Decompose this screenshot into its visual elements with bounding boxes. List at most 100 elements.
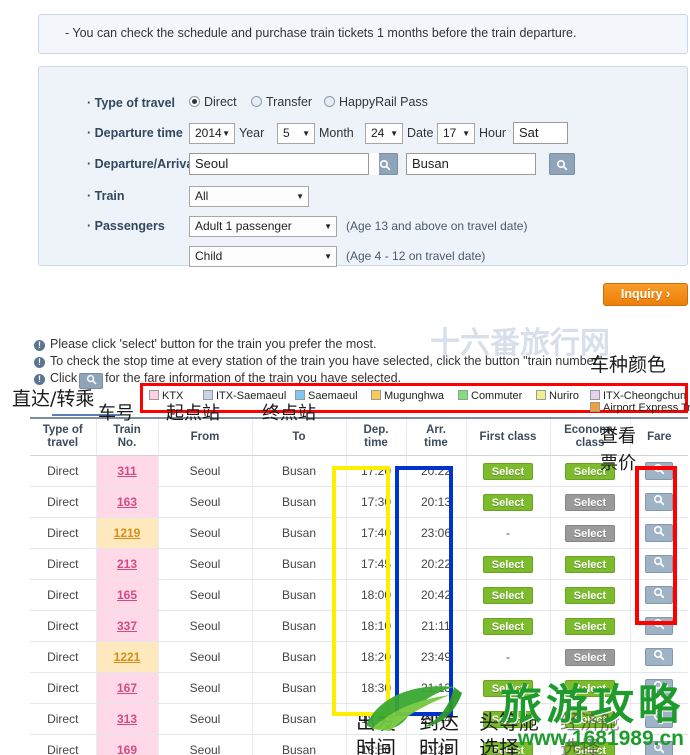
legend-label-nuriro: Nuriro xyxy=(549,390,579,402)
cell-economy-class-select-button[interactable]: Select xyxy=(565,493,615,511)
label-departure-time: Departure time xyxy=(87,126,183,140)
cell-from: Seoul xyxy=(157,486,252,518)
cell-train-no: 167 xyxy=(95,672,158,704)
header-fare: Fare xyxy=(629,417,688,456)
unit-hour: Hour xyxy=(479,126,507,140)
legend-swatch-nuriro xyxy=(536,390,546,400)
inquiry-button[interactable]: Inquiry › xyxy=(603,283,688,306)
fare-search-icon[interactable] xyxy=(645,493,674,511)
fare-search-icon[interactable] xyxy=(645,710,674,728)
cell-from: Seoul xyxy=(157,610,252,642)
header-first-class: First class xyxy=(465,417,550,456)
select-adult-passengers[interactable]: Adult 1 passenger xyxy=(189,216,337,237)
fare-search-icon[interactable] xyxy=(645,462,674,480)
cell-train-no: 1219 xyxy=(95,517,158,549)
cell-dep-time: 17:30 xyxy=(345,486,406,518)
train-no-link[interactable]: 311 xyxy=(117,464,136,478)
header-arr-time: Arr. time xyxy=(405,417,466,456)
cell-train-no: 169 xyxy=(95,734,158,755)
cell-first-class-select-button[interactable]: Select xyxy=(483,462,533,480)
legend-swatch-airport-express xyxy=(590,402,600,412)
cell-economy-class-select-button[interactable]: Select xyxy=(565,648,615,666)
cell-type-of-travel: Direct xyxy=(30,734,96,755)
fare-search-icon[interactable] xyxy=(645,648,674,666)
instruction-2-text: To check the stop time at every station … xyxy=(50,354,606,368)
train-no-link[interactable]: 213 xyxy=(117,557,137,571)
annotation-view-fare-line2: 票价 xyxy=(600,453,636,474)
radio-happyrail[interactable]: HappyRail Pass xyxy=(324,95,428,109)
cell-train-no: 313 xyxy=(95,703,158,735)
instruction-3-prefix: Click xyxy=(50,371,78,385)
cell-to: Busan xyxy=(251,610,346,642)
train-no-link[interactable]: 1221 xyxy=(114,650,141,664)
fare-search-icon[interactable] xyxy=(645,586,674,604)
legend-swatch-commuter xyxy=(458,390,468,400)
select-child-passengers[interactable]: Child xyxy=(189,246,337,267)
bullet-icon: ! xyxy=(34,374,45,385)
table-row: Direct 1219 Seoul Busan 17:40 23:06- Select xyxy=(30,517,688,549)
select-train-type[interactable]: All xyxy=(189,186,309,207)
cell-first-class-select-button[interactable]: Select xyxy=(483,555,533,573)
train-no-link[interactable]: 313 xyxy=(117,712,137,726)
row-type-of-travel: Type of travel Direct Transfer HappyRail… xyxy=(39,91,689,121)
header-dep-time: Dep. time xyxy=(345,417,406,456)
train-no-link[interactable]: 169 xyxy=(117,743,137,755)
fare-search-icon[interactable] xyxy=(645,555,674,573)
fare-search-icon[interactable] xyxy=(645,617,674,635)
cell-dep-time: 18:00 xyxy=(345,579,406,611)
cell-economy-class-select-button[interactable]: Select xyxy=(565,586,615,604)
cell-first-class-select-button[interactable]: Select xyxy=(483,586,533,604)
row-passengers-child: Child (Age 4 - 12 on travel date) xyxy=(39,244,689,274)
select-year[interactable]: 2014 xyxy=(189,123,235,144)
legend-item-nuriro: Nuriro xyxy=(536,390,579,402)
select-month[interactable]: 5 xyxy=(277,123,315,144)
select-hour[interactable]: 17 xyxy=(437,123,475,144)
radio-direct-label: Direct xyxy=(204,95,237,109)
legend-item-saemaeul: Saemaeul xyxy=(295,390,358,402)
train-no-link[interactable]: 337 xyxy=(117,619,137,633)
cell-arr-time: 23:06 xyxy=(405,517,466,549)
label-departure-arrival: Departure/Arrival xyxy=(87,157,197,171)
cell-from: Seoul xyxy=(157,703,252,735)
cell-economy-class-select-button[interactable]: Select xyxy=(565,524,615,542)
train-no-link[interactable]: 167 xyxy=(117,681,137,695)
train-no-link[interactable]: 165 xyxy=(117,588,137,602)
cell-economy-class-select-button[interactable]: Select xyxy=(565,617,615,635)
cell-from: Seoul xyxy=(157,579,252,611)
cell-economy-class-select-button[interactable]: Select xyxy=(565,555,615,573)
unit-date: Date xyxy=(407,126,434,140)
to-station-search-icon[interactable] xyxy=(549,153,575,175)
cell-dep-time: 18:10 xyxy=(345,610,406,642)
cell-to: Busan xyxy=(251,734,346,755)
annotation-from-station: 起点站 xyxy=(166,403,220,424)
train-no-link[interactable]: 163 xyxy=(117,495,137,509)
annotation-train-no: 车号 xyxy=(98,403,134,424)
cell-first-class-select-button[interactable]: Select xyxy=(483,679,533,697)
cell-economy-class-select-button[interactable]: Select xyxy=(565,679,615,697)
cell-dep-time: 18:20 xyxy=(345,641,406,673)
fare-search-icon[interactable] xyxy=(79,373,104,389)
radio-direct[interactable]: Direct xyxy=(189,95,237,109)
fare-search-icon[interactable] xyxy=(645,524,674,542)
select-date[interactable]: 24 xyxy=(365,123,403,144)
label-passengers: Passengers xyxy=(87,219,165,233)
radio-happyrail-dot xyxy=(324,96,335,107)
annotation-dep-time-line2: 时间 xyxy=(356,736,396,755)
cell-first-class-select: Select xyxy=(465,579,550,611)
input-from-station[interactable]: Seoul xyxy=(189,153,369,175)
legend-label-commuter: Commuter xyxy=(471,390,523,402)
cell-economy-class-select: Select xyxy=(549,610,630,642)
legend-item-commuter: Commuter xyxy=(458,390,522,402)
train-no-link[interactable]: 1219 xyxy=(114,526,141,540)
cell-first-class-select: Select xyxy=(465,486,550,518)
fare-search-icon[interactable] xyxy=(645,741,674,755)
fare-search-icon[interactable] xyxy=(645,679,674,697)
input-to-station[interactable]: Busan xyxy=(406,153,536,175)
cell-first-class-select: Select xyxy=(465,610,550,642)
radio-transfer[interactable]: Transfer xyxy=(251,95,312,109)
cell-type-of-travel: Direct xyxy=(30,517,96,549)
row-passengers-adult: Passengers Adult 1 passenger (Age 13 and… xyxy=(39,214,689,244)
cell-first-class-select-button[interactable]: Select xyxy=(483,493,533,511)
cell-first-class-select-button[interactable]: Select xyxy=(483,617,533,635)
legend-swatch-itx-cheongchun xyxy=(590,390,600,400)
